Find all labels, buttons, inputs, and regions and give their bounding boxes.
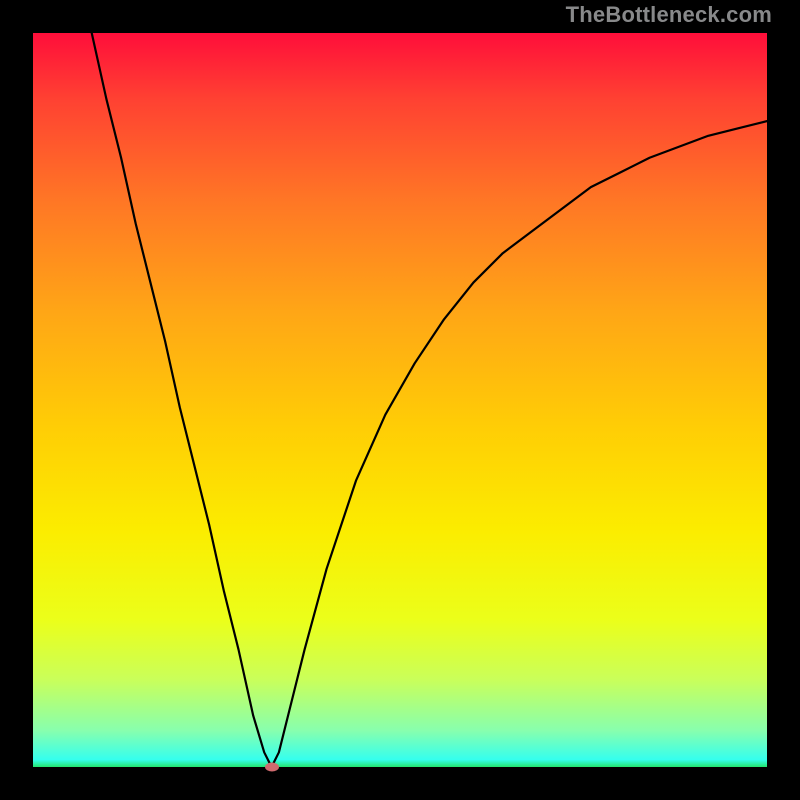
plot-area bbox=[33, 33, 767, 767]
minimum-marker bbox=[265, 763, 279, 772]
bottleneck-curve bbox=[33, 33, 767, 767]
watermark-text: TheBottleneck.com bbox=[566, 2, 772, 28]
chart-frame: TheBottleneck.com bbox=[0, 0, 800, 800]
